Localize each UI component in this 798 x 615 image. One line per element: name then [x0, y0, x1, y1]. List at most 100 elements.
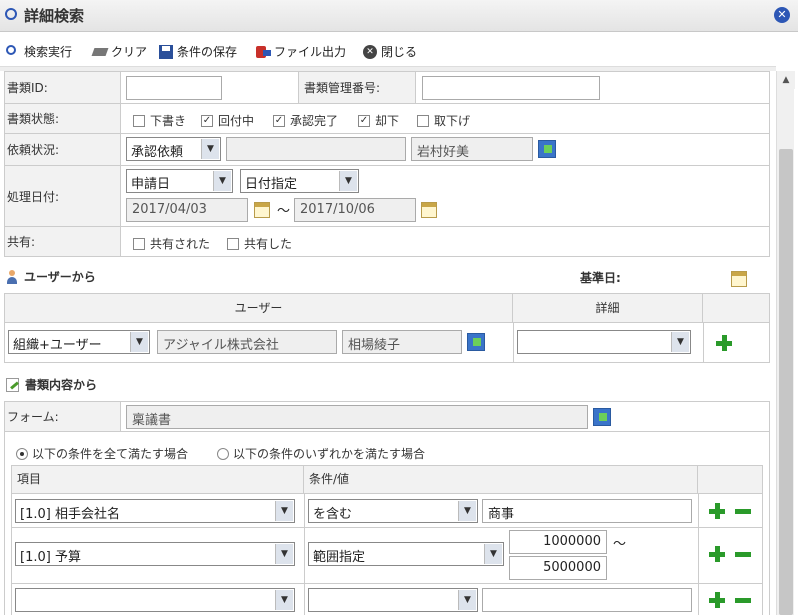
- radio-icon: [217, 447, 229, 460]
- close-icon[interactable]: ✕: [774, 7, 790, 23]
- status-withdrawn-checkbox[interactable]: 取下げ: [417, 112, 470, 129]
- divider: [769, 71, 770, 257]
- request-label: 依頼状況:: [4, 134, 121, 165]
- divider: [12, 527, 762, 528]
- add-condition-icon[interactable]: [709, 592, 725, 608]
- row-request-status: 依頼状況: 承認依頼 ▼ 岩村好美: [4, 134, 770, 166]
- title-bar: 詳細検索 ✕: [0, 0, 798, 32]
- scroll-up-icon[interactable]: ▲: [777, 71, 795, 89]
- divider: [304, 493, 305, 615]
- condition-value-input[interactable]: 商事: [482, 499, 692, 523]
- checkmark-icon: ✓: [273, 114, 285, 127]
- shared-with-me-checkbox[interactable]: 共有された: [133, 235, 210, 252]
- status-circulating-checkbox[interactable]: ✓ 回付中: [201, 112, 254, 129]
- add-condition-icon[interactable]: [709, 546, 725, 562]
- range-from-input[interactable]: 1000000: [509, 530, 607, 554]
- file-output-button[interactable]: ファイル出力: [255, 43, 346, 60]
- divider: [769, 401, 770, 615]
- date-to-input[interactable]: 2017/10/06: [294, 198, 416, 222]
- divider: [4, 71, 5, 257]
- user-section-header: ユーザーから: [6, 268, 96, 285]
- export-icon: [255, 44, 271, 60]
- organization-input[interactable]: アジャイル株式会社: [157, 330, 337, 354]
- user-name-input[interactable]: 相場綾子: [342, 330, 462, 354]
- toolbar: 検索実行 クリア 条件の保存 ファイル出力 ✕ 閉じる: [0, 40, 798, 66]
- save-condition-button[interactable]: 条件の保存: [158, 43, 237, 60]
- condition-table: 項目 条件/値 [1.0] 相手会社名 ▼ を含む ▼ 商事 [1.0] 予算 ▼ 範…: [11, 465, 763, 615]
- chevron-down-icon: ▼: [275, 544, 293, 564]
- doc-mgmt-input[interactable]: [422, 76, 600, 100]
- add-condition-icon[interactable]: [709, 503, 725, 519]
- action-column-header: [703, 294, 769, 322]
- user-type-select[interactable]: 組織+ユーザー ▼: [8, 330, 150, 354]
- divider: [513, 322, 514, 362]
- scrollbar-thumb[interactable]: [779, 149, 793, 615]
- checkbox-icon: [133, 114, 145, 127]
- chevron-down-icon: ▼: [458, 501, 476, 521]
- user-column-header: ユーザー: [5, 294, 513, 322]
- condition-value-input[interactable]: [482, 588, 692, 612]
- detail-select[interactable]: ▼: [517, 330, 691, 354]
- range-to-input[interactable]: 5000000: [509, 556, 607, 580]
- action-column-header: [698, 466, 762, 493]
- divider: [5, 322, 769, 323]
- magnifier-icon: [5, 44, 21, 60]
- chevron-down-icon: ▼: [484, 544, 502, 564]
- divider: [12, 493, 762, 494]
- date-label: 処理日付:: [4, 166, 121, 226]
- condition-operator-select[interactable]: ▼: [308, 588, 478, 612]
- date-from-input[interactable]: 2017/04/03: [126, 198, 248, 222]
- checkbox-icon: [417, 114, 429, 127]
- status-rejected-checkbox[interactable]: ✓ 却下: [358, 112, 399, 129]
- condition-operator-select[interactable]: 範囲指定 ▼: [308, 542, 504, 566]
- date-mode-select[interactable]: 日付指定 ▼: [240, 169, 359, 193]
- calendar-icon[interactable]: [421, 202, 437, 218]
- status-approved-checkbox[interactable]: ✓ 承認完了: [273, 112, 338, 129]
- calendar-icon[interactable]: [731, 271, 747, 287]
- remove-condition-icon[interactable]: [735, 552, 751, 557]
- close-button[interactable]: ✕ 閉じる: [362, 43, 417, 60]
- shared-by-me-checkbox[interactable]: 共有した: [227, 235, 292, 252]
- request-select[interactable]: 承認依頼 ▼: [126, 137, 221, 161]
- remove-condition-icon[interactable]: [735, 509, 751, 514]
- condition-item-select[interactable]: [1.0] 予算 ▼: [15, 542, 295, 566]
- user-picker-icon[interactable]: [467, 333, 485, 351]
- row-share: 共有: 共有された 共有した: [4, 227, 770, 257]
- chevron-down-icon: ▼: [130, 332, 148, 352]
- request-user-input[interactable]: 岩村好美: [411, 137, 533, 161]
- condition-item-select[interactable]: ▼: [15, 588, 295, 612]
- search-form: 書類ID: 書類管理番号: 書類状態: 下書き ✓ 回付中 ✓ 承認完了 ✓ 却下 取…: [0, 71, 774, 615]
- checkmark-icon: ✓: [358, 114, 370, 127]
- radio-icon: [16, 447, 28, 460]
- search-button[interactable]: 検索実行: [5, 43, 72, 60]
- row-doc-status: 書類状態: 下書き ✓ 回付中 ✓ 承認完了 ✓ 却下 取下げ: [4, 104, 770, 134]
- remove-condition-icon[interactable]: [735, 598, 751, 603]
- close-circle-icon: ✕: [362, 44, 378, 60]
- doc-id-input[interactable]: [126, 76, 222, 100]
- status-draft-checkbox[interactable]: 下書き: [133, 112, 186, 129]
- match-any-radio[interactable]: 以下の条件のいずれかを満たす場合: [217, 445, 425, 462]
- status-label: 書類状態:: [4, 104, 121, 133]
- request-text-input[interactable]: [226, 137, 406, 161]
- checkbox-icon: [227, 237, 239, 250]
- divider: [698, 493, 699, 615]
- clear-button[interactable]: クリア: [91, 43, 147, 60]
- condition-operator-select[interactable]: を含む ▼: [308, 499, 478, 523]
- form-picker-icon[interactable]: [593, 408, 611, 426]
- divider: [4, 401, 5, 615]
- match-all-radio[interactable]: 以下の条件を全て満たす場合: [16, 445, 188, 462]
- user-icon: [6, 269, 18, 284]
- condition-item-select[interactable]: [1.0] 相手会社名 ▼: [15, 499, 295, 523]
- edit-document-icon: [6, 377, 19, 392]
- checkmark-icon: ✓: [201, 114, 213, 127]
- date-type-select[interactable]: 申請日 ▼: [126, 169, 233, 193]
- chevron-down-icon: ▼: [275, 501, 293, 521]
- add-user-icon[interactable]: [716, 335, 732, 351]
- chevron-down-icon: ▼: [339, 171, 357, 191]
- row-process-date: 処理日付: 申請日 ▼ 日付指定 ▼ 2017/04/03 〜 2017/10/06: [4, 166, 770, 227]
- calendar-icon[interactable]: [254, 202, 270, 218]
- form-input[interactable]: 稟議書: [126, 405, 588, 429]
- divider: [12, 583, 762, 584]
- user-picker-icon[interactable]: [538, 140, 556, 158]
- vertical-scrollbar[interactable]: ▲: [776, 71, 795, 615]
